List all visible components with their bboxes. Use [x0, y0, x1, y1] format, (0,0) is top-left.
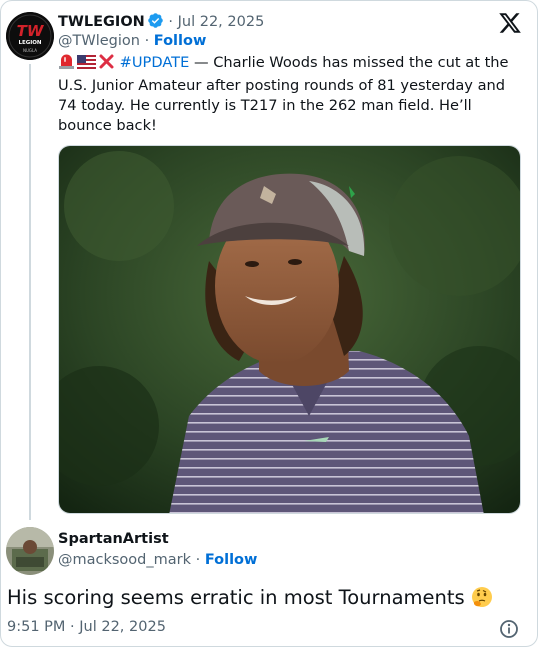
reply-timestamp[interactable]: 9:51 PM · Jul 22, 2025 — [7, 619, 166, 635]
thinking-face-emoji — [471, 586, 493, 613]
reply-body-text: His scoring seems erratic in most Tourna… — [7, 586, 465, 609]
follow-button[interactable]: Follow — [154, 33, 207, 49]
reply-follow-button[interactable]: Follow — [205, 552, 258, 568]
us-flag-emoji — [77, 55, 96, 76]
thread-line — [29, 64, 31, 520]
x-logo-icon[interactable] — [498, 11, 522, 35]
info-icon[interactable] — [499, 619, 519, 639]
reply-author-name[interactable]: SpartanArtist — [58, 531, 169, 547]
avatar-logo-legion: LEGION — [18, 40, 41, 46]
rotating-light-emoji — [58, 53, 75, 76]
separator-dot: · — [195, 552, 201, 568]
reply-body: His scoring seems erratic in most Tourna… — [7, 586, 493, 613]
reply-author-handle[interactable]: @macksood_mark — [58, 552, 191, 568]
tweet-photo[interactable] — [58, 145, 521, 514]
update-hashtag[interactable]: #UPDATE — [120, 54, 190, 71]
tweet-body: #UPDATE — Charlie Woods has missed the c… — [58, 53, 528, 136]
tweet-date[interactable]: Jul 22, 2025 — [178, 14, 265, 30]
avatar-logo-tw: TW — [17, 22, 45, 40]
spartanartist-avatar[interactable] — [6, 527, 54, 575]
reply-handle-row: @macksood_mark · Follow — [58, 552, 257, 568]
avatar-logo-nugla: NUGLA — [23, 48, 37, 53]
verified-badge-icon — [147, 12, 164, 29]
author-name[interactable]: TWLEGION — [58, 14, 145, 30]
cross-mark-emoji — [98, 53, 115, 76]
reply-author-row: SpartanArtist — [58, 531, 169, 547]
separator-dot: · — [144, 33, 150, 49]
tweet-handle-row: @TWlegion · Follow — [58, 33, 206, 49]
author-handle[interactable]: @TWlegion — [58, 33, 140, 49]
tweet-author-row: TWLEGION · Jul 22, 2025 — [58, 12, 264, 30]
twlegion-avatar[interactable]: TW LEGION NUGLA — [6, 12, 54, 60]
separator-dot: · — [168, 14, 174, 30]
